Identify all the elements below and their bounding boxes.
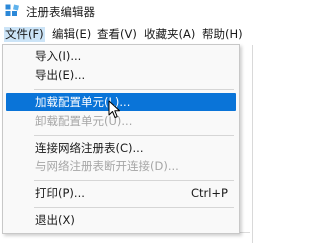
menu-item-label: 连接网络注册表(C)...: [35, 141, 144, 155]
menu-favorites[interactable]: 收藏夹(A): [143, 27, 196, 42]
window-title: 注册表编辑器: [26, 5, 95, 19]
menu-view[interactable]: 查看(V): [96, 27, 138, 42]
file-menu-dropdown: 导入(I)... 导出(E)... 加载配置单元(L)... 卸载配置单元(U)…: [2, 44, 240, 234]
registry-pane: [252, 45, 262, 243]
menu-item-label: 导出(E)...: [35, 68, 86, 82]
menu-help[interactable]: 帮助(H): [201, 27, 244, 42]
registry-editor-icon: [5, 4, 19, 16]
menu-item-disconnect-network-registry: 与网络注册表断开连接(D)...: [4, 157, 238, 175]
menu-edit[interactable]: 编辑(E): [51, 27, 92, 42]
menu-bar: 文件(F) 编辑(E) 查看(V) 收藏夹(A) 帮助(H): [0, 25, 262, 44]
menu-separator: [34, 180, 234, 181]
registry-editor-window: 注册表编辑器 文件(F) 编辑(E) 查看(V) 收藏夹(A) 帮助(H) 导入…: [0, 0, 262, 243]
pane-divider: [252, 45, 253, 243]
menu-item-connect-network-registry[interactable]: 连接网络注册表(C)...: [4, 139, 238, 157]
menu-item-label: 与网络注册表断开连接(D)...: [35, 159, 179, 173]
title-bar: 注册表编辑器: [0, 0, 262, 24]
menu-item-label: 打印(P)...: [35, 186, 85, 200]
menu-item-import[interactable]: 导入(I)...: [4, 47, 238, 65]
menu-item-export[interactable]: 导出(E)...: [4, 66, 238, 84]
menu-item-label: 退出(X): [35, 213, 75, 227]
menu-separator: [34, 135, 234, 136]
menu-item-label: 导入(I)...: [35, 49, 82, 63]
menu-file[interactable]: 文件(F): [4, 27, 45, 42]
mouse-pointer-icon: [108, 100, 120, 118]
menu-separator: [34, 207, 234, 208]
menu-item-shortcut: Ctrl+P: [190, 186, 228, 200]
menu-item-exit[interactable]: 退出(X): [4, 211, 238, 229]
menu-separator: [34, 89, 234, 90]
menu-item-print[interactable]: 打印(P)... Ctrl+P: [4, 184, 238, 202]
